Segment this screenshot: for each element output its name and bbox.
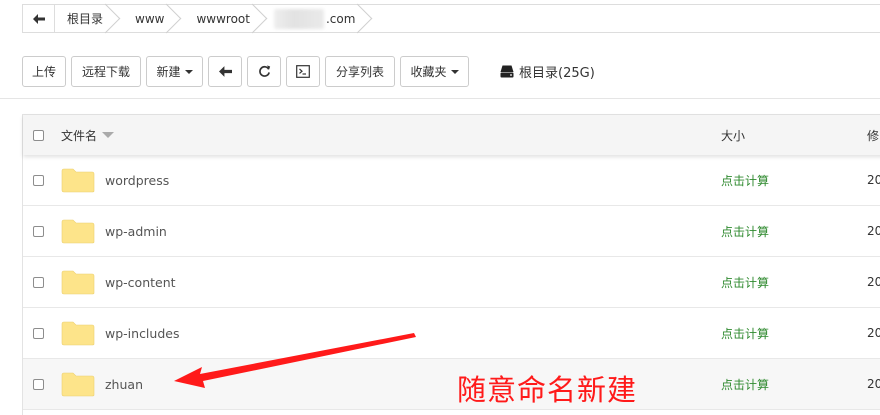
file-name-link[interactable]: wp-content [105,275,176,290]
table-row[interactable]: wp-includes 点击计算 20 [23,308,880,359]
calc-size-link[interactable]: 点击计算 [721,274,769,291]
calc-size-link[interactable]: 点击计算 [721,172,769,189]
share-list-button[interactable]: 分享列表 [325,56,395,87]
row-checkbox[interactable] [33,327,44,339]
table-row[interactable]: wordpress 点击计算 20 [23,155,880,206]
breadcrumb: 根目录 www wwwroot .com [22,4,880,33]
favorites-dropdown-button[interactable]: 收藏夹 [400,56,469,87]
modified-cell: 20 [867,326,880,340]
modified-cell: 20 [867,173,880,187]
table-row[interactable]: wp-admin 点击计算 20 [23,206,880,257]
breadcrumb-item-root[interactable]: 根目录 [55,5,119,32]
header-size[interactable]: 大小 [721,127,745,144]
remote-download-button[interactable]: 远程下载 [71,56,141,87]
toolbar: 上传 远程下载 新建 分享列表 收藏夹 根目录(25G) [22,56,595,87]
file-name-link[interactable]: wp-admin [105,224,167,239]
file-table: 文件名 大小 修 wordpress 点击计算 20 wp-admin 点击计算… [22,114,880,415]
table-row[interactable]: wp-content 点击计算 20 [23,257,880,308]
folder-icon [61,270,95,295]
row-checkbox[interactable] [33,378,44,390]
modified-cell: 20 [867,224,880,238]
folder-icon [61,321,95,346]
folder-icon [61,168,95,193]
annotation-text: 随意命名新建 [457,373,638,407]
table-header: 文件名 大小 修 [23,115,880,155]
toolbar-divider [0,98,880,99]
file-name-link[interactable]: wordpress [105,173,169,188]
arrow-left-icon [218,66,232,77]
caret-down-icon [450,69,459,74]
breadcrumb-back-button[interactable] [23,5,55,32]
row-checkbox[interactable] [33,174,44,186]
refresh-icon [258,65,270,77]
table-row[interactable]: zhuan 点击计算 20 [23,359,880,410]
redacted-domain [273,8,324,29]
refresh-button[interactable] [247,56,281,87]
upload-button[interactable]: 上传 [22,56,66,87]
new-dropdown-button[interactable]: 新建 [146,56,203,87]
row-checkbox[interactable] [33,225,44,237]
modified-cell: 20 [867,275,880,289]
header-modified[interactable]: 修 [867,127,879,144]
calc-size-link[interactable]: 点击计算 [721,325,769,342]
terminal-icon [296,65,310,78]
sort-desc-icon [102,132,115,138]
disk-selector[interactable]: 根目录(25G) [500,62,595,81]
header-name[interactable]: 文件名 [61,127,115,144]
folder-icon [61,219,95,244]
breadcrumb-item-site[interactable]: .com [266,5,371,32]
file-name-link[interactable]: wp-includes [105,326,179,341]
back-button[interactable] [208,56,242,87]
file-name-link[interactable]: zhuan [105,377,143,392]
arrow-left-icon [32,13,45,24]
breadcrumb-item-wwwroot[interactable]: wwwroot [180,5,266,32]
folder-icon [61,372,95,397]
caret-down-icon [184,69,193,74]
terminal-button[interactable] [286,56,320,87]
calc-size-link[interactable]: 点击计算 [721,223,769,240]
calc-size-link[interactable]: 点击计算 [721,376,769,393]
select-all-checkbox[interactable] [33,129,44,141]
hdd-icon [500,65,514,78]
modified-cell: 20 [867,377,880,391]
breadcrumb-item-www[interactable]: www [119,5,180,32]
row-checkbox[interactable] [33,276,44,288]
